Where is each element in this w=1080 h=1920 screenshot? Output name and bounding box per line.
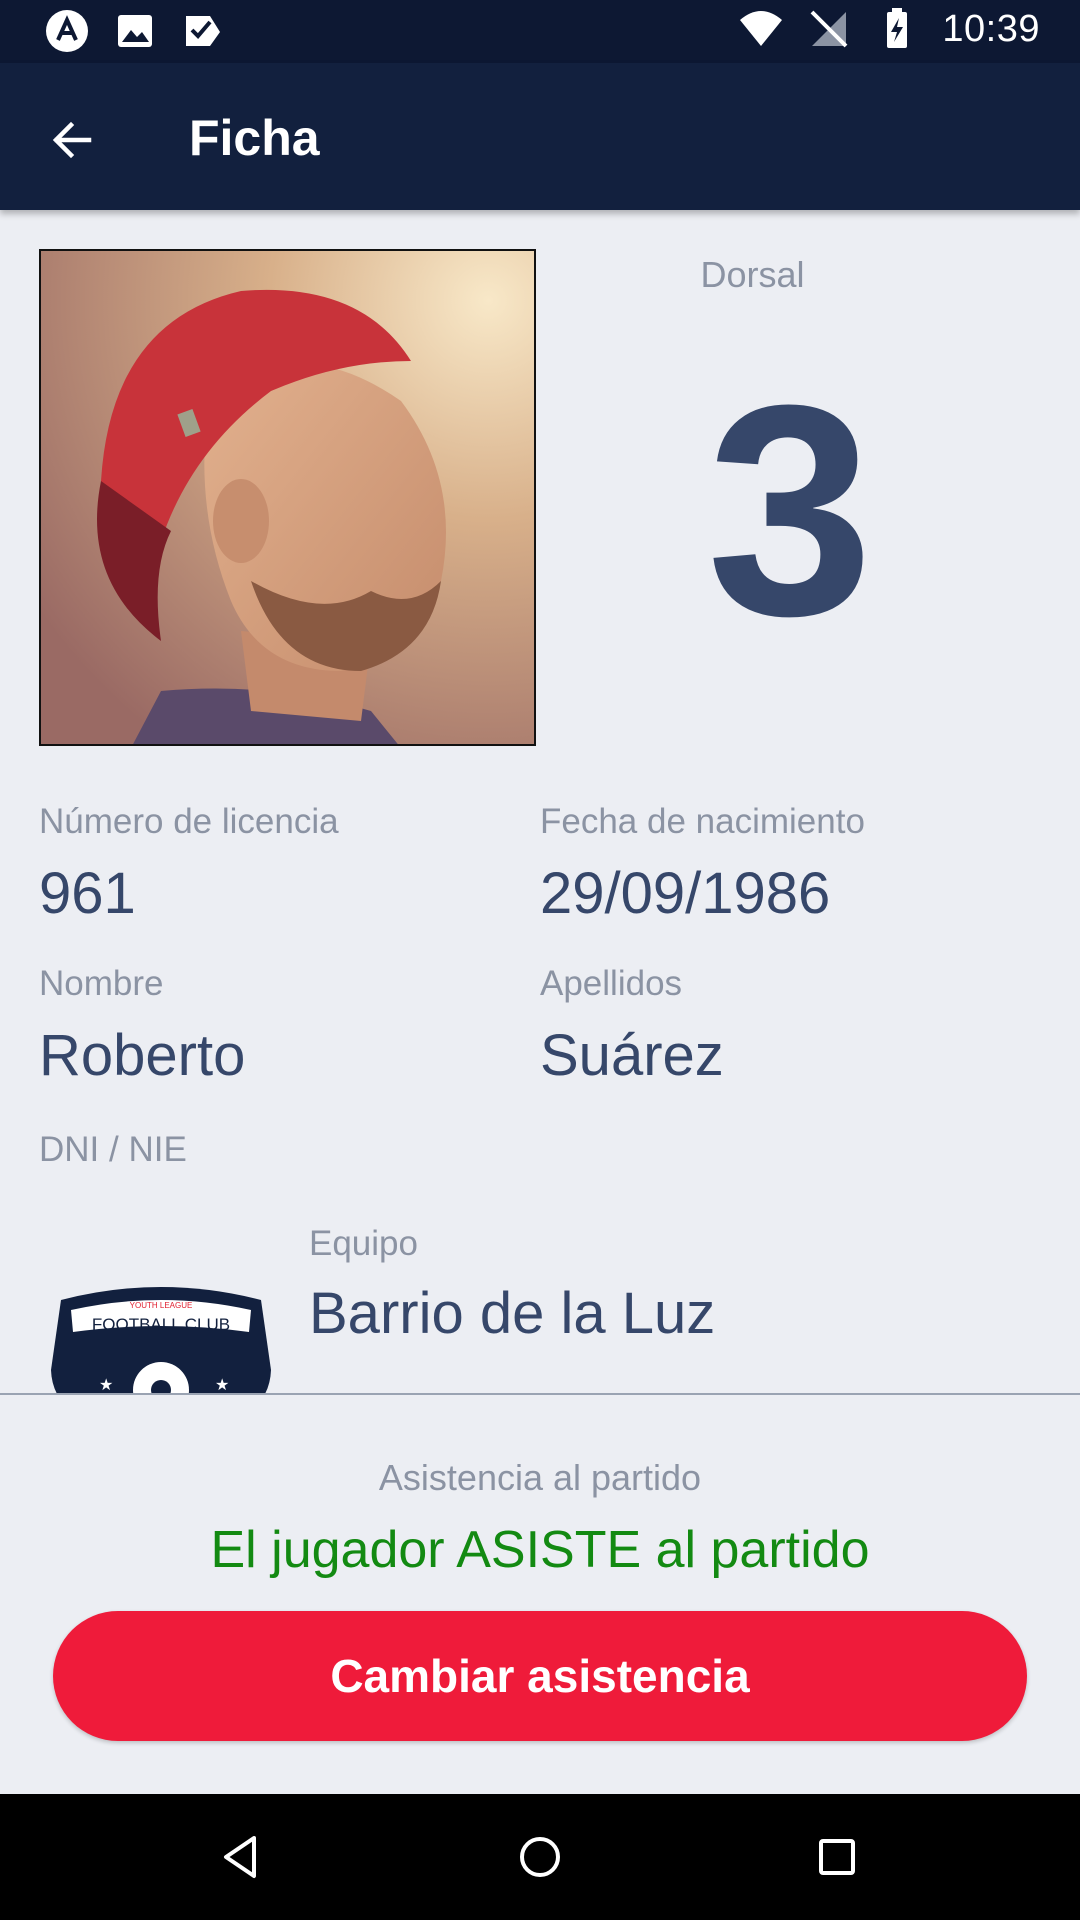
change-attendance-button[interactable]: Cambiar asistencia <box>53 1611 1027 1741</box>
app-icon <box>46 10 88 52</box>
crest-top-text: YOUTH LEAGUE <box>130 1301 193 1310</box>
team-label: Equipo <box>309 1224 418 1263</box>
checklist-icon <box>186 16 220 46</box>
app-bar: Ficha <box>0 63 1080 210</box>
birthdate-value: 29/09/1986 <box>540 861 831 926</box>
svg-text:★: ★ <box>99 1375 113 1394</box>
attendance-label: Asistencia al partido <box>378 1457 702 1498</box>
player-photo <box>39 249 536 746</box>
wifi-icon <box>740 11 783 46</box>
team-crest-logo: YOUTH LEAGUE FOOTBALL CLUB ★ ★ <box>51 1287 271 1394</box>
surname-label: Apellidos <box>540 964 683 1003</box>
team-crest: YOUTH LEAGUE FOOTBALL CLUB ★ ★ <box>39 1280 283 1394</box>
attendance-status: El jugador ASISTE al partido <box>210 1521 870 1579</box>
back-triangle-icon <box>224 1836 256 1878</box>
dorsal-label: Dorsal <box>700 254 805 295</box>
battery-charging-icon <box>887 8 908 48</box>
svg-text:★: ★ <box>215 1375 229 1394</box>
surname-value: Suárez <box>540 1023 724 1088</box>
player-portrait-image <box>41 251 534 744</box>
back-button[interactable] <box>36 103 110 177</box>
nav-back-button[interactable] <box>208 1824 274 1890</box>
license-value: 961 <box>39 861 136 926</box>
crest-text: FOOTBALL CLUB <box>92 1315 230 1334</box>
page-title: Ficha <box>189 110 320 166</box>
birthdate-label: Fecha de nacimiento <box>540 802 865 841</box>
navigation-bar <box>0 1794 1080 1920</box>
clock: 10:39 <box>942 7 1040 50</box>
home-circle-icon <box>520 1837 560 1877</box>
no-signal-icon <box>810 10 848 48</box>
dni-label: DNI / NIE <box>39 1130 187 1169</box>
recents-square-icon <box>819 1839 855 1875</box>
player-card: Dorsal 3 Número de licencia 961 Fecha de… <box>0 210 1080 1394</box>
dorsal-number: 3 <box>706 342 874 678</box>
name-label: Nombre <box>39 964 164 1003</box>
license-label: Número de licencia <box>39 802 339 841</box>
name-value: Roberto <box>39 1023 246 1088</box>
attendance-panel: Asistencia al partido El jugador ASISTE … <box>0 1395 1080 1794</box>
team-value: Barrio de la Luz <box>309 1281 716 1346</box>
nav-recents-button[interactable] <box>804 1824 870 1890</box>
status-bar: 10:39 <box>0 0 1080 63</box>
image-icon <box>118 15 152 47</box>
status-bar-system: 10:39 <box>738 6 1040 52</box>
arrow-back-icon <box>52 121 92 159</box>
status-bar-notifications <box>44 8 226 54</box>
nav-home-button[interactable] <box>507 1824 573 1890</box>
